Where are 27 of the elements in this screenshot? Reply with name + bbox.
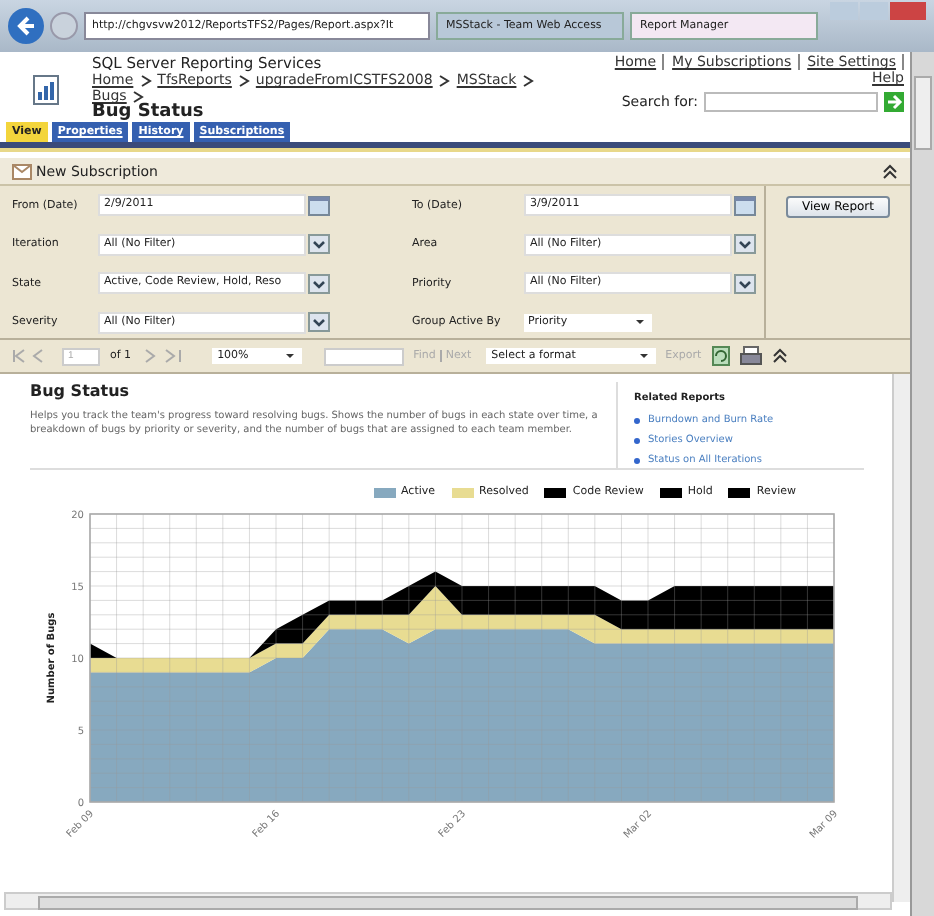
- page-title: Bug Status: [92, 102, 206, 122]
- bullet-icon: [634, 417, 640, 423]
- page-scrollbar[interactable]: [910, 52, 934, 916]
- collapse-icon[interactable]: [882, 163, 898, 179]
- forward-button[interactable]: [50, 12, 78, 40]
- report-scrollbar[interactable]: [892, 374, 910, 902]
- window-controls-icon[interactable]: [830, 2, 926, 22]
- report-title: Bug Status: [30, 382, 132, 400]
- bullet-icon: [634, 457, 640, 463]
- chevron-icon: [522, 73, 535, 87]
- back-button[interactable]: [8, 8, 44, 44]
- collapse-icon[interactable]: [771, 348, 788, 364]
- calendar-icon[interactable]: [734, 195, 756, 215]
- bullet-icon: [634, 437, 640, 443]
- find-field[interactable]: [323, 347, 404, 365]
- back-arrow-icon: [14, 14, 38, 38]
- chevron-icon: [237, 73, 250, 87]
- next-last-icon[interactable]: [141, 348, 182, 364]
- report-icon: [32, 74, 60, 106]
- chevron-icon: [438, 73, 451, 87]
- refresh-icon[interactable]: [711, 346, 730, 366]
- go-arrow-icon[interactable]: [884, 92, 904, 112]
- horizontal-scrollbar[interactable]: [4, 892, 892, 910]
- search-field[interactable]: [704, 92, 878, 112]
- calendar-icon[interactable]: [308, 195, 330, 215]
- envelope-icon: [12, 162, 32, 180]
- print-icon[interactable]: [739, 346, 762, 366]
